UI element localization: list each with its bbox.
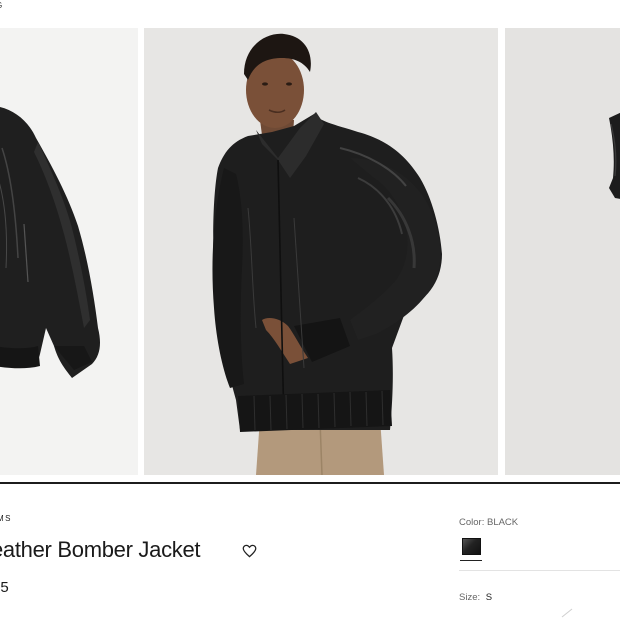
product-price: 35	[0, 579, 9, 596]
gallery-image-model-side[interactable]	[505, 28, 620, 475]
size-label: Size:	[459, 592, 481, 603]
product-title: eather Bomber Jacket	[0, 537, 201, 562]
brand-name[interactable]: MS	[0, 514, 12, 523]
options-separator	[459, 570, 620, 571]
swatch-thumbnail	[461, 538, 481, 555]
color-label: Color: BLACK	[459, 517, 519, 528]
header-label: G	[0, 1, 3, 10]
top-bar: G	[0, 0, 620, 28]
gallery-image-jacket-flatlay[interactable]	[0, 28, 138, 475]
size-value: S	[485, 592, 493, 603]
section-divider	[0, 482, 620, 484]
product-gallery	[0, 27, 620, 477]
product-page: G	[0, 0, 620, 620]
chevron-down-icon[interactable]	[560, 606, 574, 618]
size-selector[interactable]: Size: S	[459, 592, 492, 603]
gallery-image-model-front[interactable]	[144, 28, 498, 475]
heart-icon[interactable]	[242, 544, 257, 558]
color-swatch-black[interactable]	[460, 536, 482, 561]
